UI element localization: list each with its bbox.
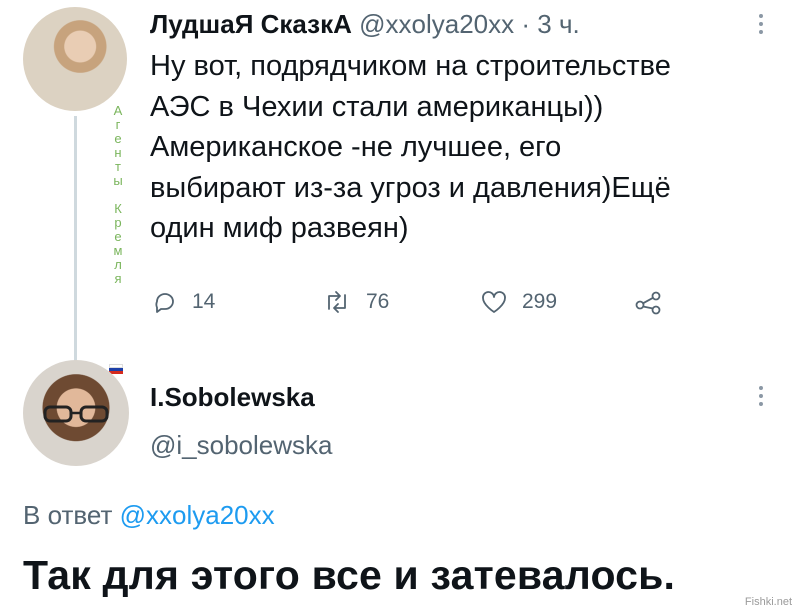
vertical-letter: ы	[113, 173, 123, 188]
vertical-letter: л	[114, 257, 122, 272]
tweet-text-line: выбирают из-за угроз и давления)Ещё	[150, 171, 671, 204]
vertical-letter: е	[114, 131, 122, 146]
reply-to-link[interactable]: @xxolya20xx	[120, 500, 275, 530]
separator: ·	[521, 9, 531, 39]
vertical-letter: н	[114, 145, 122, 160]
tweet-text-line: один миф развеян)	[150, 212, 409, 244]
thread-line	[74, 116, 77, 364]
tweet-text-line: АЭС в Чехии стали американцы))	[150, 90, 604, 123]
reply-count: 14	[192, 290, 216, 313]
share-button[interactable]	[634, 284, 664, 320]
display-name[interactable]: ЛудшаЯ СказкА	[150, 9, 352, 39]
glasses-decoration	[43, 405, 109, 423]
like-icon	[482, 291, 506, 313]
more-icon[interactable]	[758, 386, 764, 410]
reply-icon	[155, 293, 174, 313]
handle[interactable]: @xxolya20xx	[359, 9, 514, 39]
reply-button[interactable]: 14	[152, 284, 215, 320]
vertical-letter: м	[113, 243, 123, 258]
vertical-letter: А	[113, 103, 123, 118]
vertical-letter: т	[115, 159, 121, 174]
tweet-text-line: Американское -не лучшее, его	[150, 131, 562, 163]
like-count: 299	[522, 290, 558, 313]
tweet-text: Ну вот, подрядчиком на строительстве АЭС…	[150, 46, 790, 249]
vertical-letter: К	[114, 201, 122, 216]
share-icon	[635, 291, 661, 315]
retweet-icon	[328, 291, 346, 313]
vertical-letter: е	[114, 229, 122, 244]
reply-context: В ответ @xxolya20xx	[23, 500, 275, 531]
display-name[interactable]: I.Sobolewska	[150, 382, 315, 413]
reply-prefix: В ответ	[23, 500, 113, 530]
vertical-letter: р	[114, 215, 122, 230]
avatar[interactable]	[23, 7, 127, 111]
timestamp[interactable]: 3 ч.	[537, 9, 579, 39]
handle[interactable]: @i_sobolewska	[150, 430, 332, 461]
vertical-label: А г е н т ы К р е м л я	[110, 104, 126, 286]
vertical-letter	[110, 188, 126, 202]
more-icon[interactable]	[758, 14, 764, 38]
tweet-text-line: Ну вот, подрядчиком на строительстве	[150, 50, 671, 82]
like-button[interactable]: 299	[480, 284, 557, 320]
retweet-button[interactable]: 76	[322, 284, 389, 320]
watermark: Fishki.net	[744, 596, 792, 608]
vertical-letter: г	[115, 117, 121, 132]
tweet-text: Так для этого все и затевалось.	[23, 552, 676, 598]
vertical-letter: я	[114, 271, 122, 286]
russia-flag-icon	[109, 364, 123, 374]
retweet-count: 76	[366, 290, 390, 313]
tweet-header: ЛудшаЯ СказкА @xxolya20xx · 3 ч.	[150, 7, 580, 41]
